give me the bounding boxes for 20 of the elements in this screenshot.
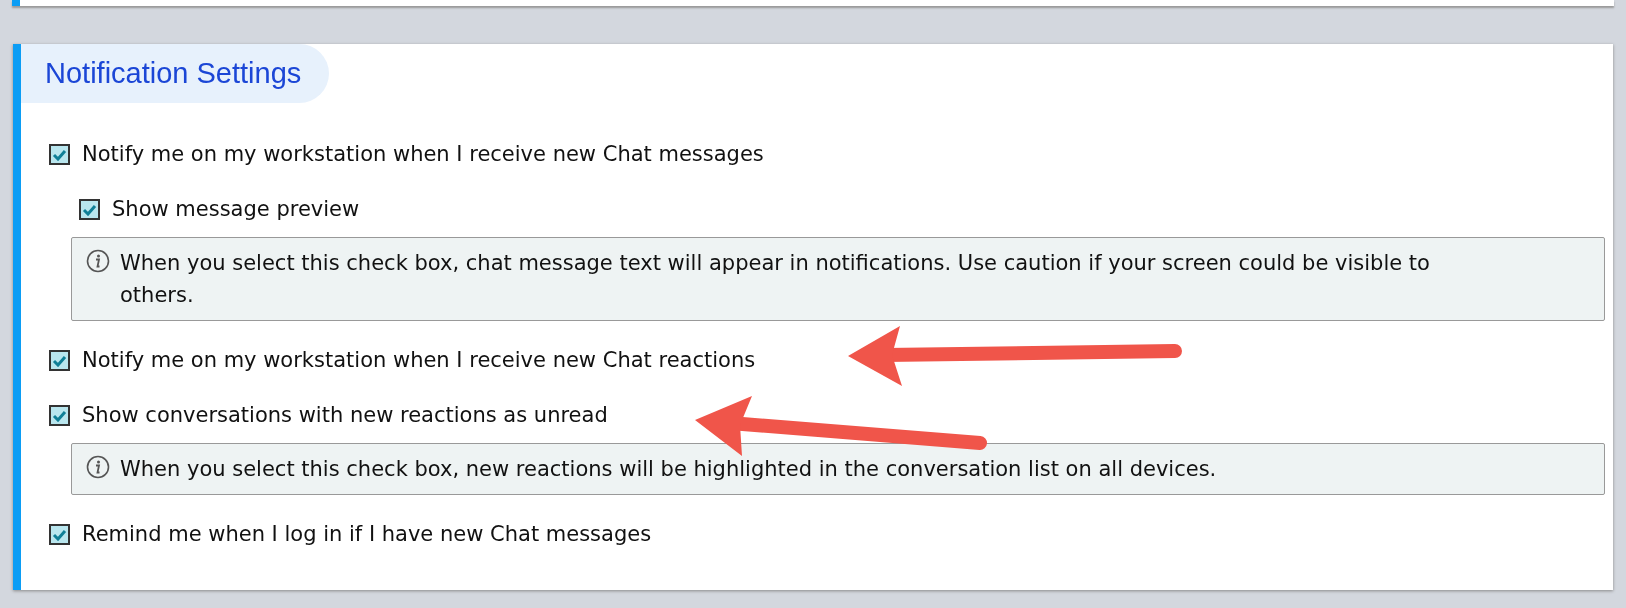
- checkbox-label: Notify me on my workstation when I receive new Chat reactions: [82, 346, 756, 374]
- checkmark-icon: [52, 528, 67, 541]
- checkbox[interactable]: [79, 199, 100, 220]
- checkbox[interactable]: [49, 405, 70, 426]
- checkbox[interactable]: [49, 144, 70, 165]
- info-text: When you select this check box, chat message text will appear in notifications. Use caution if your screen could be visible to others.: [120, 250, 1431, 309]
- checkbox[interactable]: [49, 524, 70, 545]
- checkbox[interactable]: [49, 350, 70, 371]
- checkbox-label: Show conversations with new reactions as unread: [82, 401, 608, 429]
- info-icon: [86, 455, 110, 479]
- checkmark-icon: [52, 409, 67, 422]
- section-title: Notification Settings: [21, 44, 330, 103]
- checkbox-label: Show message preview: [112, 195, 360, 223]
- info-icon: [86, 249, 110, 273]
- checkbox-label: Remind me when I log in if I have new Chat messages: [82, 520, 652, 548]
- info-text: When you select this check box, new reactions will be highlighted in the conversation list on all devices.: [120, 456, 1218, 483]
- checkmark-icon: [52, 148, 67, 161]
- checkbox-label: Notify me on my workstation when I receive new Chat messages: [82, 140, 764, 168]
- checkmark-icon: [52, 354, 67, 367]
- checkmark-icon: [82, 203, 97, 216]
